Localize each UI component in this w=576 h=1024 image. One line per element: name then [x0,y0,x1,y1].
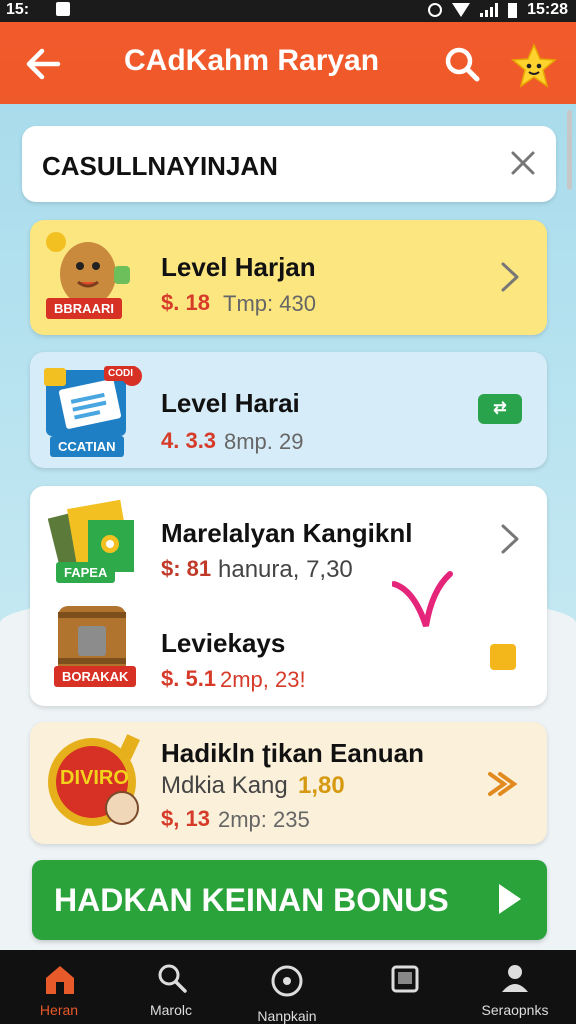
yellow-tag-icon[interactable] [490,644,516,670]
item-badge: BORAKAK [54,666,137,687]
item-subtitle: hanura, 7,30 [218,556,353,583]
nav-label: Marolc [149,1002,192,1018]
nav-label: Nanpkain [257,1008,317,1024]
item-price: $, 13 [161,806,210,831]
search-query-text: CASULLNAYINJAN [42,151,278,181]
page-title: CAdKahm Raryan [124,44,380,77]
item-title: Leviekays [161,628,286,658]
item-badge: CCATIAN [50,436,124,457]
star-mascot-icon[interactable] [510,42,558,90]
play-icon [499,884,521,914]
list-item[interactable]: BBRAARI Level Harjan $. 18 Tmp: 430 [30,220,547,335]
item-badge: BBRAARI [46,298,122,319]
nav-item-square[interactable] [350,950,460,1024]
search-icon [158,964,187,993]
battery-icon [508,2,518,18]
home-icon [46,966,74,994]
wifi-icon [452,3,471,17]
arrow-icon[interactable] [486,766,522,802]
bonus-button[interactable]: HADKAN KEINAN BONUS [32,860,547,940]
item-badge: FAPEA [56,562,116,583]
item-badge-top: CODI [104,366,137,381]
swap-tag-icon[interactable]: ⇄ [478,394,522,424]
nav-item-home[interactable]: Heran [4,950,114,1024]
status-bar: 15: 15:28 [0,0,576,22]
item-subtitle: 2mp: 235 [218,807,310,832]
signal-icon [480,3,499,17]
item-title: Level Harai [161,388,300,418]
list-group: FAPEA Marelalyan Kangiknl $: 81 hanura, … [30,486,547,706]
list-item[interactable]: DIVIRO Hadikln ʈikan Eanuan Mdkia Kang 1… [30,722,547,844]
nav-item-disc[interactable]: Nanpkain [232,950,342,1024]
search-icon[interactable] [442,44,482,84]
scrollbar[interactable] [567,110,572,190]
notification-icon [56,2,70,16]
item-line2-value: 1,80 [298,772,345,799]
chevron-right-icon[interactable] [498,522,522,556]
status-time: 15:28 [527,1,568,18]
item-price: 4. 3.3 [161,428,217,453]
disc-icon [271,965,303,997]
item-title: Marelalyan Kangiknl [161,518,413,548]
search-bar[interactable]: CASULLNAYINJAN [22,126,556,202]
item-price: $. 5.1 [161,666,217,691]
item-line2: Mdkia Kang [161,772,288,799]
close-icon[interactable] [510,150,536,176]
item-subtitle: 2mp, 23! [220,667,306,692]
item-price: $. 18 [161,290,210,315]
item-title: Hadikln ʈikan Eanuan [161,738,424,768]
nav-item-search[interactable]: Marolc [116,950,226,1024]
status-time-left: 15: [6,1,30,18]
item-subtitle: Tmp: 430 [223,291,316,316]
nav-label: Seraopnks [481,1002,549,1018]
item-price: $: 81 [161,556,212,581]
nav-label: Heran [39,1002,79,1018]
bottom-nav: Heran Marolc Nanpkain Seraopnks [0,950,576,1024]
list-item[interactable]: CCATIAN CODI Level Harai 4. 3.3 8mp. 29 … [30,352,547,468]
item-subtitle: 8mp. 29 [224,429,304,454]
alarm-icon [428,3,443,17]
item-title: Level Harjan [161,252,316,282]
nav-item-profile[interactable]: Seraopnks [460,950,570,1024]
item-badge: DIVIRO [60,767,129,789]
arrow-left-icon[interactable] [22,42,66,86]
chevron-right-icon[interactable] [498,260,522,294]
profile-icon [502,965,528,992]
bonus-button-label: HADKAN KEINAN BONUS [54,882,449,918]
square-icon [391,965,419,993]
checkmark-decoration-icon [392,571,453,627]
app-header: CAdKahm Raryan [0,22,576,104]
